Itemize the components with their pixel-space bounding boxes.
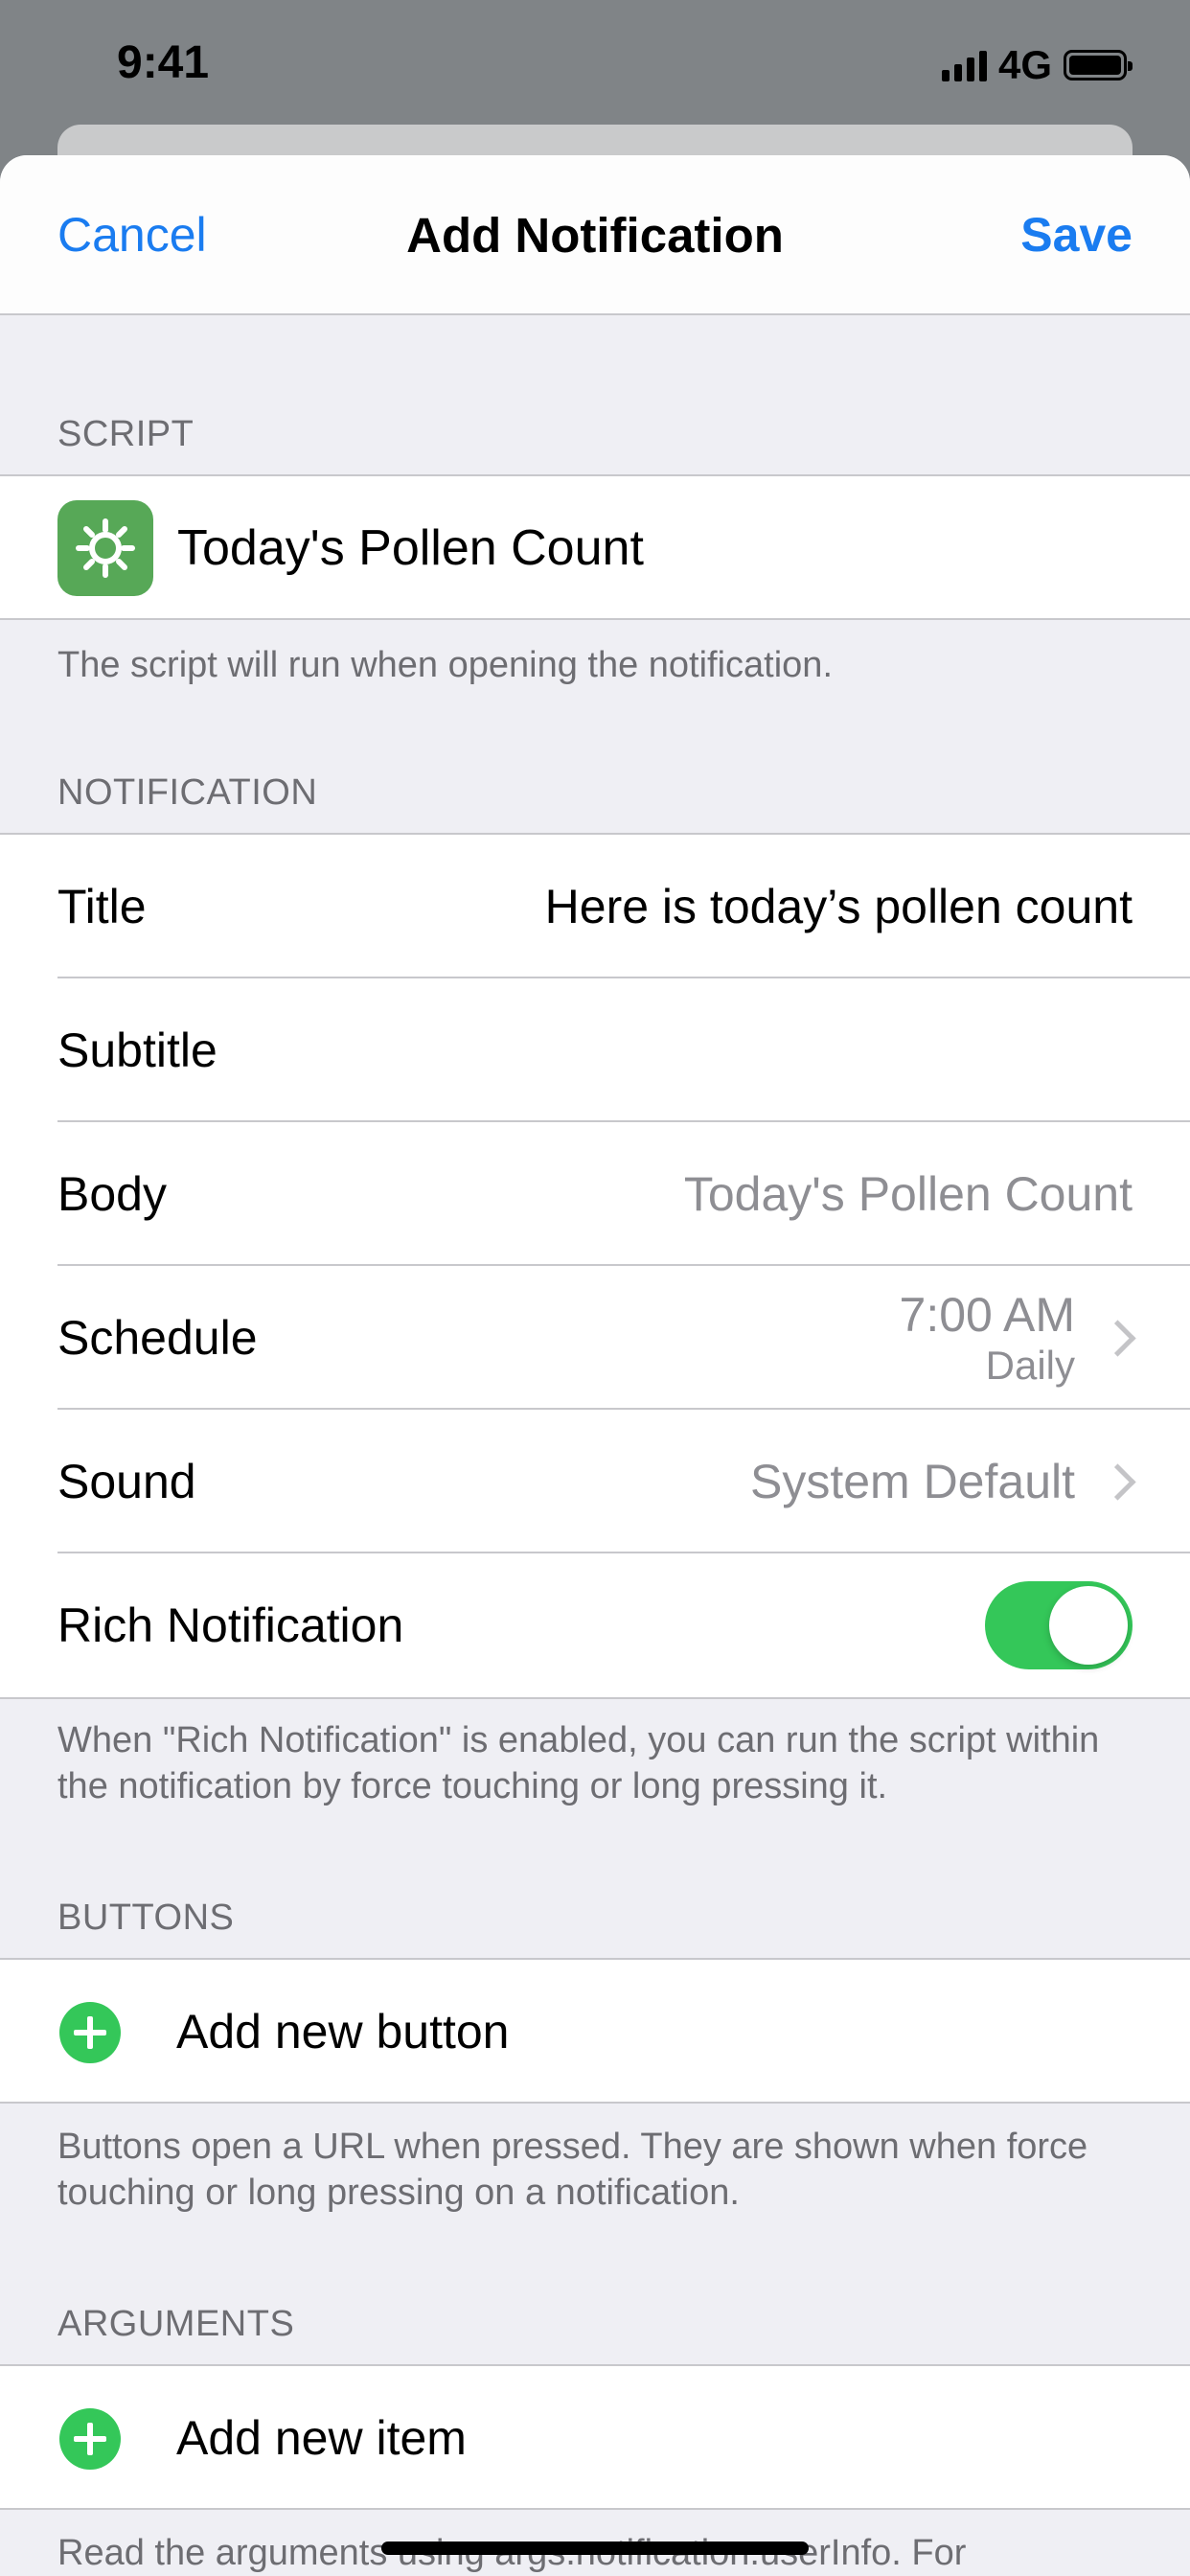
- schedule-time: 7:00 AM: [899, 1288, 1075, 1342]
- network-type: 4G: [997, 42, 1052, 87]
- section-header-arguments: ARGUMENTS: [57, 2304, 295, 2344]
- title-label: Title: [57, 880, 147, 933]
- navigation-bar: Cancel Add Notification Save: [0, 155, 1190, 315]
- rich-notification-toggle[interactable]: [985, 1581, 1133, 1669]
- add-plus-icon[interactable]: [59, 2408, 121, 2470]
- add-new-item-label: Add new item: [176, 2411, 467, 2465]
- rich-notification-row: Rich Notification: [0, 1553, 1190, 1697]
- chevron-right-icon: [1099, 1462, 1136, 1501]
- add-notification-sheet: Cancel Add Notification Save SCRIPT Toda…: [0, 155, 1190, 2576]
- add-new-button-row[interactable]: Add new button: [0, 1960, 1190, 2104]
- title-field[interactable]: Here is today’s pollen count: [545, 879, 1133, 934]
- arguments-group: Add new item: [0, 2364, 1190, 2510]
- script-row[interactable]: Today's Pollen Count: [0, 476, 1190, 620]
- section-header-notification: NOTIFICATION: [57, 772, 318, 813]
- home-indicator[interactable]: [381, 2542, 809, 2555]
- body-field[interactable]: Today's Pollen Count: [684, 1166, 1133, 1222]
- status-icons: 4G: [941, 42, 1133, 88]
- sound-label: Sound: [57, 1455, 196, 1508]
- schedule-repeat: Daily: [985, 1343, 1075, 1388]
- page-title: Add Notification: [406, 208, 784, 263]
- subtitle-row[interactable]: Subtitle: [0, 978, 1190, 1122]
- script-name: Today's Pollen Count: [177, 520, 644, 576]
- buttons-group: Add new button: [0, 1958, 1190, 2104]
- add-new-button-label: Add new button: [176, 2005, 510, 2058]
- buttons-footer: Buttons open a URL when pressed. They ar…: [57, 2127, 1088, 2213]
- rich-notification-label: Rich Notification: [57, 1598, 404, 1652]
- add-plus-icon[interactable]: [59, 2002, 121, 2063]
- status-bar: 9:41 4G: [0, 0, 1190, 125]
- schedule-value: 7:00 AM Daily: [900, 1287, 1075, 1389]
- cellular-signal-icon: [941, 49, 987, 81]
- notification-group: Title Here is today’s pollen count Subti…: [0, 833, 1190, 1699]
- script-sun-icon: [57, 500, 153, 596]
- body-row[interactable]: Body Today's Pollen Count: [0, 1122, 1190, 1266]
- script-footer: The script will run when opening the not…: [57, 645, 834, 685]
- script-group: Today's Pollen Count: [0, 474, 1190, 620]
- sound-value: System Default: [749, 1455, 1075, 1508]
- status-time: 9:41: [117, 37, 210, 88]
- schedule-row[interactable]: Schedule 7:00 AM Daily: [0, 1266, 1190, 1410]
- save-button[interactable]: Save: [1020, 207, 1133, 263]
- battery-icon: [1064, 50, 1133, 80]
- notification-footer: When "Rich Notification" is enabled, you…: [57, 1720, 1100, 1806]
- schedule-label: Schedule: [57, 1311, 258, 1365]
- add-new-item-row[interactable]: Add new item: [0, 2366, 1190, 2510]
- section-header-buttons: BUTTONS: [57, 1898, 235, 1938]
- title-row[interactable]: Title Here is today’s pollen count: [0, 835, 1190, 978]
- sound-row[interactable]: Sound System Default: [0, 1410, 1190, 1553]
- chevron-right-icon: [1099, 1319, 1136, 1357]
- body-label: Body: [57, 1167, 167, 1221]
- section-header-script: SCRIPT: [57, 414, 195, 454]
- subtitle-label: Subtitle: [57, 1024, 217, 1077]
